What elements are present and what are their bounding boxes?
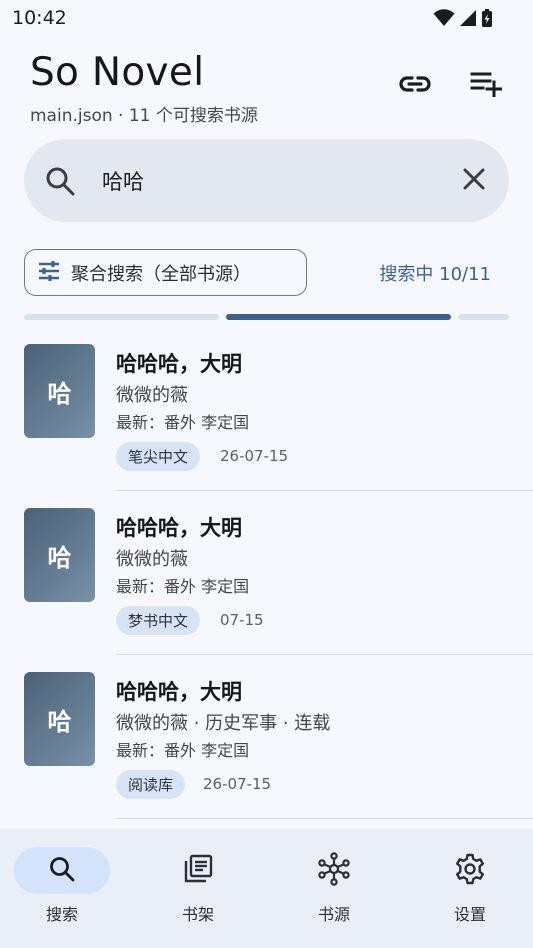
divider [116,490,533,491]
source-badge: 梦书中文 [116,606,201,635]
cell-signal-icon [459,9,477,31]
cover-letter: 哈 [47,707,72,736]
search-input[interactable] [102,161,442,201]
book-author: 微微的薇 [116,549,188,570]
book-title: 哈哈哈，大明 [116,352,242,376]
nav-item-bookshelf[interactable]: 书架 [148,847,248,937]
search-progress-status: 搜索中 10/11 [379,264,491,285]
book-title: 哈哈哈，大明 [116,680,242,704]
search-result-item[interactable]: 哈 哈哈哈，大明 微微的薇 最新：番外 李定国 梦书中文 07-15 [0,508,533,672]
status-bar: 10:42 [0,0,533,36]
book-cover: 哈 [24,672,95,766]
book-cover: 哈 [24,344,95,438]
source-badge: 笔尖中文 [116,442,201,471]
status-icons [433,8,493,32]
clear-search-button[interactable] [456,163,492,199]
latest-chapter: 最新：番外 李定国 [116,577,250,596]
add-source-button[interactable] [466,66,506,106]
update-date: 26-07-15 [220,447,289,465]
nav-label: 搜索 [45,905,78,924]
library-books-icon [183,854,213,888]
divider [116,654,533,655]
latest-chapter: 最新：番外 李定国 [116,741,250,760]
search-icon [48,855,76,887]
search-bar[interactable] [24,139,509,222]
book-title: 哈哈哈，大明 [116,516,242,540]
source-badge: 阅读库 [116,770,186,799]
nav-icon-container [150,847,246,894]
bottom-navigation: 搜索 书架 书源 设置 [0,829,533,948]
playlist-add-icon [470,71,503,101]
screen: 10:42 So Novel main.json · 11 个可搜索书源 哈哈 … [0,0,533,948]
tune-icon [37,260,61,286]
nav-icon-container [422,847,518,894]
filter-chip-label: 聚合搜索（全部书源） [71,263,251,285]
nav-label: 书架 [181,905,214,924]
battery-icon [481,8,493,32]
nav-label: 书源 [317,905,350,924]
latest-chapter: 最新：番外 李定国 [116,413,250,432]
hub-icon [317,851,351,890]
book-cover: 哈 [24,508,95,602]
search-icon [44,165,76,197]
settings-gear-icon [454,853,486,889]
update-date: 26-07-15 [203,775,272,793]
nav-label: 设置 [453,905,486,924]
nav-item-search[interactable]: 搜索 [12,847,112,937]
app-subtitle: main.json · 11 个可搜索书源 [30,106,258,126]
wifi-icon [433,9,455,31]
search-progress-track [24,314,219,320]
nav-item-settings[interactable]: 设置 [420,847,520,937]
status-time: 10:42 [12,7,67,29]
update-date: 07-15 [220,611,264,629]
search-result-item[interactable]: 哈 哈哈哈，大明 微微的薇 · 历史军事 · 连载 最新：番外 李定国 阅读库 … [0,672,533,836]
nav-item-sources[interactable]: 书源 [284,847,384,937]
aggregate-search-filter-chip[interactable]: 聚合搜索（全部书源） [24,249,307,296]
cover-letter: 哈 [47,379,72,408]
book-author: 微微的薇 · 历史军事 · 连载 [116,713,331,734]
link-button[interactable] [395,66,435,106]
close-icon [462,167,486,195]
divider [116,818,533,819]
app-title: So Novel [30,50,205,95]
link-icon [398,74,432,98]
nav-icon-container [286,847,382,894]
cover-letter: 哈 [47,543,72,572]
nav-active-indicator [14,847,110,894]
book-author: 微微的薇 [116,385,188,406]
search-progress-indicator [226,314,451,320]
search-progress-track [458,314,509,320]
search-result-item[interactable]: 哈 哈哈哈，大明 微微的薇 最新：番外 李定国 笔尖中文 26-07-15 [0,344,533,508]
